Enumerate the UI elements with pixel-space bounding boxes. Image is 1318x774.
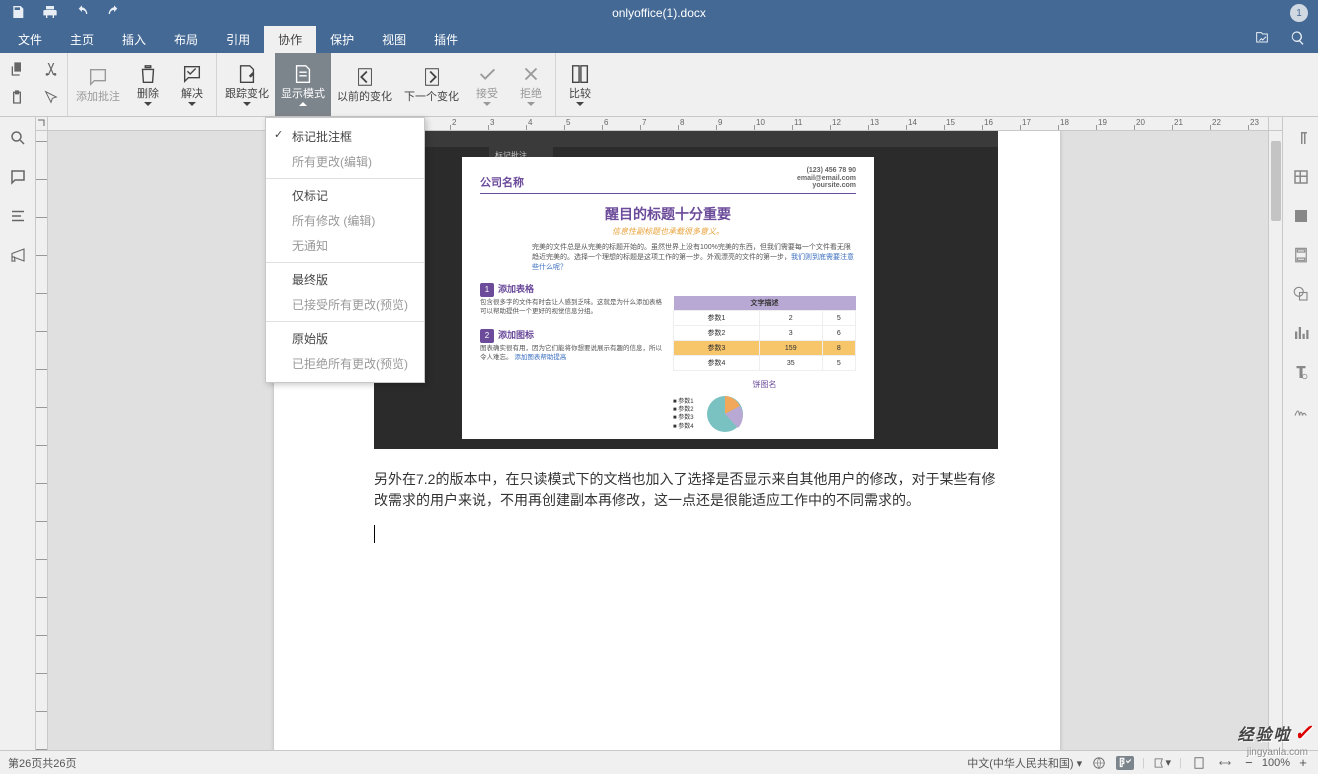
comments-icon[interactable] [9, 168, 27, 189]
status-bar: 第26页共26页 中文(中华人民共和国) ▾ | ▾ | − 100% + [0, 750, 1318, 774]
undo-icon[interactable] [74, 4, 90, 23]
dropdown-accepted-preview[interactable]: 已接受所有更改(预览) [266, 292, 424, 317]
embedded-right-panel [884, 147, 994, 347]
text-cursor [374, 525, 375, 543]
track-changes-status-icon[interactable]: ▾ [1153, 756, 1171, 770]
reject-button[interactable]: 拒绝 [509, 53, 553, 116]
tab-view[interactable]: 视图 [368, 26, 420, 53]
headings-icon[interactable] [9, 207, 27, 228]
next-change-button[interactable]: 下一个变化 [398, 53, 465, 116]
tab-home[interactable]: 主页 [56, 26, 108, 53]
horizontal-ruler[interactable]: 2101234567891011121314151617181920212223 [48, 117, 1268, 131]
resolve-comment-button[interactable]: 解决 [170, 53, 214, 116]
text-art-icon[interactable] [1292, 363, 1310, 384]
work-area: 2101234567891011121314151617181920212223… [0, 117, 1318, 750]
previous-change-button[interactable]: 以前的变化 [331, 53, 398, 116]
ruler-corner[interactable] [36, 117, 48, 131]
title-bar: onlyoffice(1).docx 1 [0, 0, 1318, 26]
signature-icon[interactable] [1292, 402, 1310, 423]
redo-icon[interactable] [106, 4, 122, 23]
user-avatar[interactable]: 1 [1290, 4, 1308, 22]
dropdown-rejected-preview[interactable]: 已拒绝所有更改(预览) [266, 351, 424, 376]
dropdown-markup-only[interactable]: 仅标记 [266, 183, 424, 208]
dropdown-original[interactable]: 原始版 [266, 326, 424, 351]
add-comment-button[interactable]: 添加批注 [70, 53, 126, 116]
dropdown-all-changes-edit[interactable]: 所有更改(编辑) [266, 149, 424, 174]
find-icon[interactable] [9, 129, 27, 150]
ribbon: 添加批注 删除 解决 跟踪变化 显示模式 以前的变化 [0, 53, 1318, 117]
paragraph-settings-icon[interactable] [1292, 129, 1310, 150]
page-indicator[interactable]: 第26页共26页 [8, 755, 76, 771]
table-settings-icon[interactable] [1292, 168, 1310, 189]
tab-collaboration[interactable]: 协作 [264, 26, 316, 53]
menu-bar: 文件 主页 插入 布局 引用 协作 保护 视图 插件 [0, 26, 1318, 53]
copy-icon[interactable] [9, 61, 25, 80]
vertical-ruler[interactable] [36, 131, 48, 750]
left-sidebar [0, 117, 36, 750]
watermark: 经验啦✓ jingyanla.com [1238, 720, 1312, 746]
display-mode-dropdown: 标记批注框 所有更改(编辑) 仅标记 所有修改 (编辑) 无通知 最终版 已接受… [265, 117, 425, 383]
scrollbar-thumb[interactable] [1271, 141, 1281, 221]
dropdown-final[interactable]: 最终版 [266, 267, 424, 292]
tab-file[interactable]: 文件 [4, 26, 56, 53]
spellcheck-toggle-icon[interactable] [1116, 756, 1134, 770]
paste-icon[interactable] [9, 89, 25, 108]
document-title: onlyoffice(1).docx [0, 6, 1318, 20]
fit-page-icon[interactable] [1190, 756, 1208, 770]
image-settings-icon[interactable] [1292, 207, 1310, 228]
cut-icon[interactable] [43, 61, 59, 80]
delete-comment-button[interactable]: 删除 [126, 53, 170, 116]
language-selector[interactable]: 中文(中华人民共和国) ▾ [967, 755, 1082, 771]
zoom-value[interactable]: 100% [1262, 757, 1290, 769]
fit-width-icon[interactable] [1216, 756, 1234, 770]
accept-button[interactable]: 接受 [465, 53, 509, 116]
display-mode-button[interactable]: 显示模式 [275, 53, 331, 116]
dropdown-all-revisions-edit[interactable]: 所有修改 (编辑) [266, 208, 424, 233]
embedded-screenshot: 标记批注… 简单更改 仅标记 标题格式 夜景黑色 公司名称 (123) 456 … [374, 131, 998, 449]
save-icon[interactable] [10, 4, 26, 23]
spellcheck-icon[interactable] [1090, 756, 1108, 770]
shape-settings-icon[interactable] [1292, 285, 1310, 306]
tab-references[interactable]: 引用 [212, 26, 264, 53]
header-footer-icon[interactable] [1292, 246, 1310, 267]
open-location-icon[interactable] [1254, 30, 1270, 49]
right-sidebar [1282, 117, 1318, 750]
chart-settings-icon[interactable] [1292, 324, 1310, 345]
tab-insert[interactable]: 插入 [108, 26, 160, 53]
search-icon[interactable] [1290, 30, 1306, 49]
feedback-icon[interactable] [9, 246, 27, 267]
track-changes-button[interactable]: 跟踪变化 [219, 53, 275, 116]
select-icon[interactable] [43, 89, 59, 108]
print-icon[interactable] [42, 4, 58, 23]
tab-protection[interactable]: 保护 [316, 26, 368, 53]
dropdown-no-notify[interactable]: 无通知 [266, 233, 424, 258]
tab-plugins[interactable]: 插件 [420, 26, 472, 53]
compare-button[interactable]: 比较 [558, 53, 602, 116]
vertical-scrollbar[interactable] [1268, 131, 1282, 750]
tab-layout[interactable]: 布局 [160, 26, 212, 53]
dropdown-markup-balloons[interactable]: 标记批注框 [266, 124, 424, 149]
body-paragraph: 另外在7.2的版本中，在只读模式下的文档也加入了选择是否显示来自其他用户的修改，… [374, 469, 998, 511]
document-canvas[interactable]: 标记批注… 简单更改 仅标记 标题格式 夜景黑色 公司名称 (123) 456 … [48, 131, 1268, 750]
